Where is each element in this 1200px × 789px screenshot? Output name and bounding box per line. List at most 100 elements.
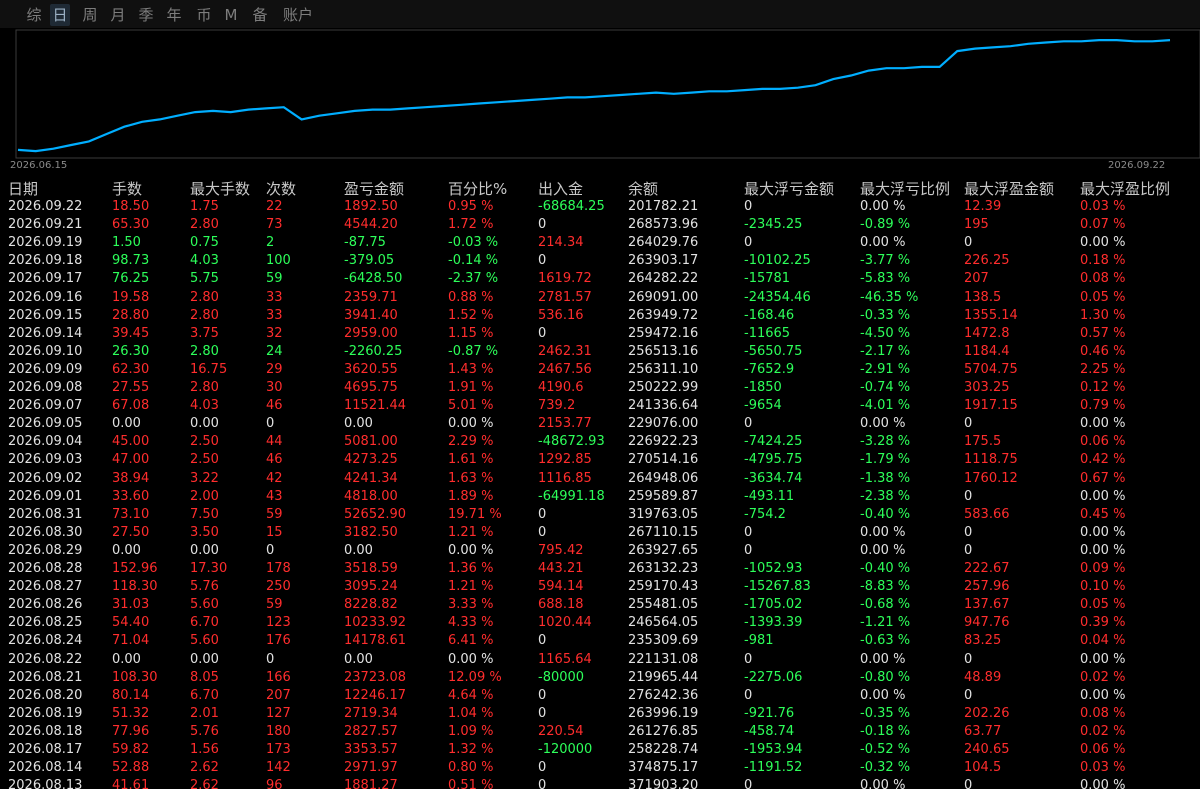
tab-9[interactable]: 账户 [282,4,314,26]
cell-io: -64991.18 [538,488,605,504]
cell-mflp: -0.63 % [860,633,911,649]
table-row[interactable]: 2026.08.24 71.04 5.60 176 14178.61 6.41 % 0 235… [0,632,1200,650]
table-row[interactable]: 2026.08.22 0.00 0.00 0 0.00 0.00 % 1165.64 2211… [0,651,1200,669]
cell-lots: 18.50 [112,199,150,214]
table-header: 日期 手数 最大手数 次数 盈亏金额 百分比% 出入金 余额 最大浮亏金额 最大浮亏比例 最大浮盈金… [0,176,1200,198]
tab-1[interactable]: 日 [50,4,70,26]
cell-mfl: -1850 [744,380,782,395]
cell-pnl: 8228.82 [344,597,398,613]
cell-count: 176 [266,633,291,649]
table-row[interactable]: 2026.09.04 45.00 2.50 44 5081.00 2.29 % -48672… [0,433,1200,451]
table-row[interactable]: 2026.09.07 67.08 4.03 46 11521.44 5.01 % 739.2… [0,397,1200,415]
cell-mflp: 0.00 % [860,199,906,214]
cell-max_lots: 2.62 [190,760,219,776]
table-row[interactable]: 2026.08.14 52.88 2.62 142 2971.97 0.80 % 0 3748… [0,759,1200,777]
table-row[interactable]: 2026.08.19 51.32 2.01 127 2719.34 1.04 % 0 2639… [0,705,1200,723]
table-row[interactable]: 2026.09.03 47.00 2.50 46 4273.25 1.61 % 1292.8… [0,451,1200,469]
cell-bal: 269091.00 [628,289,699,305]
table-row[interactable]: 2026.08.25 54.40 6.70 123 10233.92 4.33 % 1020… [0,614,1200,632]
table-row[interactable]: 2026.08.28 152.96 17.30 178 3518.59 1.36 % 443… [0,560,1200,578]
cell-date: 2026.08.18 [8,723,83,739]
cell-mfp: 63.77 [964,723,1002,739]
tab-8[interactable]: 备 [250,4,270,26]
table-row[interactable]: 2026.08.29 0.00 0.00 0 0.00 0.00 % 795.42 26392… [0,542,1200,560]
cell-bal: 259170.43 [628,579,699,595]
table-row[interactable]: 2026.08.21 108.30 8.05 166 23723.08 12.09 % -8… [0,669,1200,687]
cell-count: 46 [266,398,283,414]
table-row[interactable]: 2026.08.30 27.50 3.50 15 3182.50 1.21 % 0 26711… [0,524,1200,542]
tab-6[interactable]: 币 [194,4,214,26]
table-row[interactable]: 2026.09.09 62.30 16.75 29 3620.55 1.43 % 2467.… [0,361,1200,379]
cell-bal: 263903.17 [628,253,699,269]
cell-lots: 67.08 [112,398,150,414]
cell-pct: 2.29 % [448,434,494,450]
table-row[interactable]: 2026.09.18 98.73 4.03 100 -379.05 -0.14 % 0 263… [0,252,1200,270]
cell-lots: 39.45 [112,325,150,341]
tab-5[interactable]: 年 [164,4,184,26]
table-row[interactable]: 2026.09.14 39.45 3.75 32 2959.00 1.15 % 0 25947… [0,325,1200,343]
table-row[interactable]: 2026.08.13 41.61 2.62 96 1881.27 0.51 % 0 37190… [0,777,1200,789]
cell-mfpp: 0.39 % [1080,615,1126,631]
cell-count: 59 [266,506,283,522]
cell-date: 2026.08.25 [8,615,83,631]
cell-pnl: 3941.40 [344,307,398,323]
cell-io: 214.34 [538,235,584,251]
cell-max_lots: 1.75 [190,199,219,214]
tab-4[interactable]: 季 [136,4,156,26]
cell-max_lots: 2.80 [190,380,219,395]
table-row[interactable]: 2026.09.21 65.30 2.80 73 4544.20 1.72 % 0 26857… [0,216,1200,234]
cell-io: 220.54 [538,723,584,739]
cell-mflp: -0.52 % [860,742,911,757]
table-row[interactable]: 2026.08.27 118.30 5.76 250 3095.24 1.21 % 594.… [0,578,1200,596]
tab-3[interactable]: 月 [108,4,128,26]
header-cell-0: 日期 [8,180,39,198]
cell-count: 24 [266,343,283,359]
cell-mfl: -458.74 [744,723,795,739]
cell-mfp: 138.5 [964,289,1002,305]
cell-lots: 76.25 [112,271,150,287]
cell-mfl: -1393.39 [744,615,803,631]
tab-7[interactable]: M [222,4,240,26]
tab-0[interactable]: 综 [24,4,44,26]
cell-pct: 1.91 % [448,380,494,395]
tab-2[interactable]: 周 [80,4,100,26]
table-row[interactable]: 2026.08.18 77.96 5.76 180 2827.57 1.09 % 220.5… [0,723,1200,741]
cell-mfl: 0 [744,199,753,214]
table-row[interactable]: 2026.09.17 76.25 5.75 59 -6428.50 -2.37 % 1619… [0,270,1200,288]
cell-pct: 0.88 % [448,289,494,305]
cell-pnl: 5081.00 [344,434,398,450]
cell-max_lots: 2.80 [190,289,219,305]
cell-bal: 259472.16 [628,325,699,341]
table-row[interactable]: 2026.08.20 80.14 6.70 207 12246.17 4.64 % 0 276… [0,687,1200,705]
cell-mflp: -0.89 % [860,217,911,233]
table-row[interactable]: 2026.09.15 28.80 2.80 33 3941.40 1.52 % 536.16… [0,307,1200,325]
cell-max_lots: 2.80 [190,343,219,359]
table-row[interactable]: 2026.09.22 18.50 1.75 22 1892.50 0.95 % -68684… [0,198,1200,216]
cell-io: 0 [538,760,547,776]
cell-mfl: -9654 [744,398,782,414]
table-row[interactable]: 2026.09.19 1.50 0.75 2 -87.75 -0.03 % 214.34 26… [0,234,1200,252]
cell-io: 1116.85 [538,470,592,486]
table-row[interactable]: 2026.08.17 59.82 1.56 173 3353.57 1.32 % -1200… [0,741,1200,759]
table-row[interactable]: 2026.09.01 33.60 2.00 43 4818.00 1.89 % -64991… [0,488,1200,506]
table-row[interactable]: 2026.08.26 31.03 5.60 59 8228.82 3.33 % 688.18… [0,596,1200,614]
cell-mflp: 0.00 % [860,651,906,667]
cell-max_lots: 2.50 [190,434,219,450]
cell-io: 0 [538,253,547,269]
cell-mfpp: 0.00 % [1080,416,1126,432]
cell-mfp: 175.5 [964,434,1002,450]
cell-mflp: 0.00 % [860,778,906,789]
cell-bal: 256513.16 [628,343,699,359]
table-row[interactable]: 2026.09.02 38.94 3.22 42 4241.34 1.63 % 1116.8… [0,470,1200,488]
cell-count: 166 [266,669,291,685]
cell-lots: 71.04 [112,633,150,649]
cell-count: 33 [266,307,283,323]
table-row[interactable]: 2026.09.10 26.30 2.80 24 -2260.25 -0.87 % 2462… [0,343,1200,361]
cell-pnl: 10233.92 [344,615,407,631]
table-row[interactable]: 2026.09.05 0.00 0.00 0 0.00 0.00 % 2153.77 2290… [0,415,1200,433]
cell-io: 0 [538,524,547,540]
table-row[interactable]: 2026.08.31 73.10 7.50 59 52652.90 19.71 % 0 319… [0,506,1200,524]
table-row[interactable]: 2026.09.16 19.58 2.80 33 2359.71 0.88 % 2781.5… [0,289,1200,307]
cell-io: 0 [538,778,547,789]
table-row[interactable]: 2026.09.08 27.55 2.80 30 4695.75 1.91 % 4190.6… [0,379,1200,397]
